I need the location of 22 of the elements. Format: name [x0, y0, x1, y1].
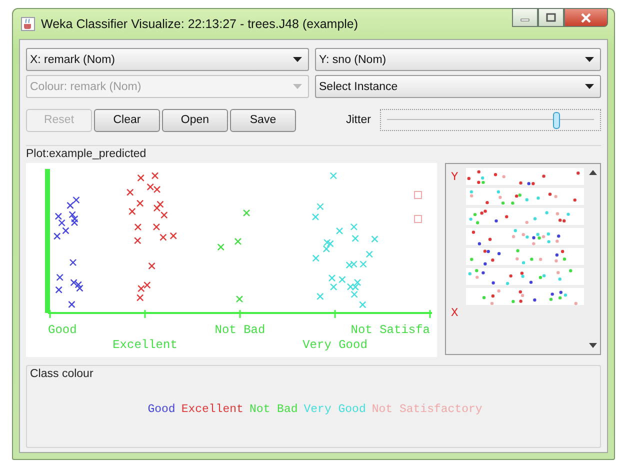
dropdown[interactable]: Select Instance	[315, 75, 601, 98]
dropdown[interactable]: X: remark (Nom)	[26, 48, 309, 71]
dropdown[interactable]: Y: sno (Nom)	[315, 48, 601, 71]
axis-label: Excellent	[112, 338, 178, 352]
x-marker: X	[451, 306, 458, 320]
class-label: Very Good	[304, 403, 366, 416]
jitter-label: Jitter	[346, 114, 372, 126]
axis-label: Good	[48, 323, 77, 337]
toolbar-button[interactable]: Clear	[94, 108, 160, 132]
class-label: Good	[148, 403, 176, 416]
plot-title: Plot:example_predicted	[26, 148, 148, 160]
window-title: Weka Classifier Visualize: 22:13:27 - trees.J48 (example)	[41, 17, 360, 31]
class-colour-title: Class colour	[30, 368, 94, 380]
axis-label: Not Satisfa	[350, 323, 430, 337]
axis-label: Not Bad	[214, 323, 266, 337]
toolbar-button[interactable]: Save	[230, 108, 296, 132]
class-label: Not Bad	[249, 403, 298, 416]
axis-label: Very Good	[302, 338, 368, 352]
y-marker: Y	[451, 170, 458, 184]
class-label: Excellent	[181, 403, 244, 416]
toolbar-button[interactable]: Open	[162, 108, 228, 132]
class-label: Not Satisfactory	[372, 403, 482, 416]
